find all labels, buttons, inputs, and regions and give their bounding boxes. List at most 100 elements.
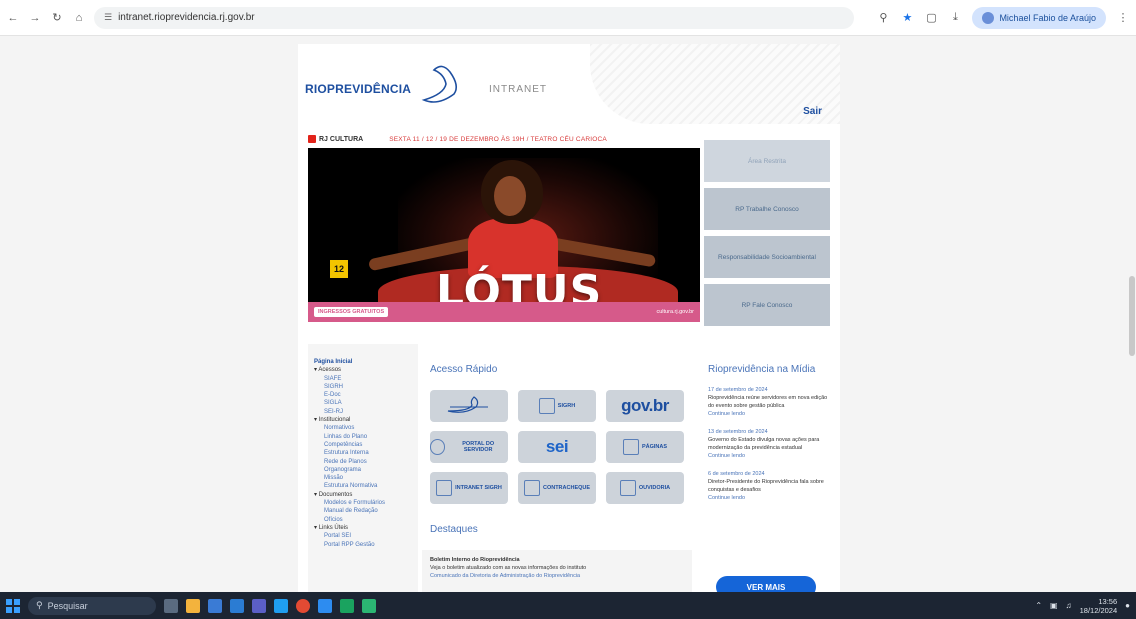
nav-item[interactable]: Portal RPP Gestão — [314, 541, 412, 549]
side-buttons: Área Restrita RP Trabalhe Conosco Respon… — [704, 140, 830, 332]
whatsapp-icon[interactable] — [340, 598, 354, 613]
nav-item[interactable]: E-Doc — [314, 391, 412, 399]
zoom-icon[interactable]: ⚲ — [876, 11, 890, 25]
midia-item[interactable]: 17 de setembro de 2024 Rioprevidência re… — [708, 386, 832, 418]
file-explorer-icon[interactable] — [186, 598, 200, 613]
word-icon[interactable] — [318, 598, 332, 613]
windows-start-icon[interactable] — [6, 598, 20, 613]
logo-swoosh-icon — [421, 65, 458, 103]
nav-item[interactable]: Manual de Redação — [314, 507, 412, 515]
forward-icon[interactable]: → — [28, 11, 42, 25]
midia-date: 6 de setembro de 2024 — [708, 471, 765, 477]
search-icon: ⚲ — [36, 600, 43, 610]
side-button-trabalhe-conosco[interactable]: RP Trabalhe Conosco — [704, 188, 830, 230]
site-info-icon[interactable]: ☰ — [104, 12, 112, 23]
extensions-icon[interactable]: ▢ — [924, 11, 938, 25]
nav-item[interactable]: SEI-RJ — [314, 408, 412, 416]
logout-link[interactable]: Sair — [803, 106, 822, 117]
nav-item[interactable]: SIGRH — [314, 383, 412, 391]
chevron-up-icon[interactable]: ⌃ — [1035, 601, 1042, 610]
nav-item[interactable]: Ofícios — [314, 516, 412, 524]
mail-icon[interactable] — [230, 598, 244, 613]
download-icon[interactable]: ⤓ — [948, 11, 962, 25]
tile-ouvidoria[interactable]: OUVIDORIA — [606, 472, 684, 504]
midia-list: 17 de setembro de 2024 Rioprevidência re… — [708, 386, 832, 512]
midia-date: 13 de setembro de 2024 — [708, 429, 768, 435]
tile-govbr[interactable]: gov.br — [606, 390, 684, 422]
news-link[interactable]: Comunicado da Diretoria de Administração… — [430, 572, 684, 580]
nav-item[interactable]: Organograma — [314, 466, 412, 474]
back-icon[interactable]: ← — [6, 11, 20, 25]
scrollbar-thumb[interactable] — [1129, 276, 1135, 356]
tile-label: OUVIDORIA — [638, 485, 671, 491]
document-icon — [538, 398, 555, 414]
tile-label: PORTAL DO SERVIDOR — [462, 441, 495, 453]
sei-logo: sei — [545, 437, 569, 456]
tile-intranet-sigrh[interactable]: INTRANET SIGRH — [430, 472, 508, 504]
midia-date: 17 de setembro de 2024 — [708, 387, 768, 393]
address-bar[interactable]: ☰ intranet.rioprevidencia.rj.gov.br — [94, 6, 854, 29]
system-tray: ⌃ ▣ ♫ 13:56 18/12/2024 ● — [1035, 597, 1130, 615]
midia-more-link[interactable]: Continue lendo — [708, 452, 832, 460]
network-icon[interactable]: ▣ — [1050, 601, 1058, 610]
bookmark-star-icon[interactable]: ★ — [900, 11, 914, 25]
tile-rioprevidencia[interactable] — [430, 390, 508, 422]
tile-contracheque[interactable]: CONTRACHEQUE — [518, 472, 596, 504]
nav-group-links-uteis[interactable]: ▾ Links Úteis — [314, 524, 412, 532]
task-view-icon[interactable] — [164, 598, 178, 613]
tile-portal-servidor[interactable]: PORTAL DO SERVIDOR — [430, 431, 508, 463]
rj-cultura-icon — [308, 135, 316, 143]
side-button-area-restrita[interactable]: Área Restrita — [704, 140, 830, 182]
news-card[interactable]: Boletim Interno do Rioprevidência Veja o… — [422, 550, 692, 592]
side-button-socioambiental[interactable]: Responsabilidade Socioambiental — [704, 236, 830, 278]
nav-item[interactable]: Competências — [314, 441, 412, 449]
notifications-icon[interactable]: ● — [1125, 601, 1130, 610]
app-icon[interactable] — [362, 598, 376, 613]
avatar — [982, 11, 995, 24]
chrome-icon[interactable] — [296, 598, 310, 613]
nav-item[interactable]: SIGLA — [314, 399, 412, 407]
govbr-logo: gov.br — [621, 396, 669, 415]
nav-item[interactable]: Estrutura Normativa — [314, 482, 412, 490]
nav-home-link[interactable]: Página Inicial — [314, 358, 412, 366]
taskbar-clock[interactable]: 13:56 18/12/2024 — [1080, 597, 1118, 615]
ver-mais-button[interactable]: VER MAIS — [716, 576, 816, 592]
site-logo[interactable]: RIOPREVIDÊNCIA — [305, 82, 411, 96]
midia-more-link[interactable]: Continue lendo — [708, 410, 832, 418]
menu-kebab-icon[interactable]: ⋮ — [1116, 11, 1130, 25]
midia-more-link[interactable]: Continue lendo — [708, 494, 832, 502]
url-text[interactable]: intranet.rioprevidencia.rj.gov.br — [118, 12, 255, 23]
news-headline[interactable]: Boletim Interno do Rioprevidência — [430, 556, 684, 564]
midia-item[interactable]: 6 de setembro de 2024 Diretor-Presidente… — [708, 470, 832, 502]
nav-item[interactable]: Estrutura Interna — [314, 449, 412, 457]
midia-text: Governo do Estado divulga novas ações pa… — [708, 437, 820, 451]
scrollbar[interactable] — [1128, 36, 1136, 592]
teams-icon[interactable] — [252, 598, 266, 613]
event-banner[interactable]: 12 LÓTUS INGRESSOS GRATUITOS cultura.rj.… — [308, 148, 700, 322]
tile-paginas[interactable]: PÁGINAS — [606, 431, 684, 463]
nav-group-label: Documentos — [318, 491, 353, 498]
midia-item[interactable]: 13 de setembro de 2024 Governo do Estado… — [708, 428, 832, 460]
nav-item[interactable]: Linhas do Plano — [314, 433, 412, 441]
nav-item[interactable]: Modelos e Formulários — [314, 499, 412, 507]
tile-sei[interactable]: sei — [518, 431, 596, 463]
reload-icon[interactable]: ↻ — [50, 11, 64, 25]
nav-item[interactable]: Normativos — [314, 424, 412, 432]
taskbar-search[interactable]: ⚲ Pesquisar — [28, 596, 156, 615]
nav-group-documentos[interactable]: ▾ Documentos — [314, 491, 412, 499]
nav-item[interactable]: SIAFE — [314, 375, 412, 383]
age-rating-badge: 12 — [330, 260, 348, 278]
home-icon[interactable]: ⌂ — [72, 11, 86, 25]
profile-button[interactable]: Michael Fabio de Araújo — [972, 6, 1106, 29]
volume-icon[interactable]: ♫ — [1066, 601, 1072, 610]
nav-item[interactable]: Rede de Planos — [314, 458, 412, 466]
nav-item[interactable]: Portal SEI — [314, 532, 412, 540]
tile-sigrh[interactable]: SIGRH — [518, 390, 596, 422]
nav-group-institucional[interactable]: ▾ Institucional — [314, 416, 412, 424]
side-button-fale-conosco[interactable]: RP Fale Conosco — [704, 284, 830, 326]
store-icon[interactable] — [208, 598, 222, 613]
tile-label: INTRANET SIGRH — [455, 485, 502, 491]
edge-icon[interactable] — [274, 598, 288, 613]
nav-item[interactable]: Missão — [314, 474, 412, 482]
nav-group-acessos[interactable]: ▾ Acessos — [314, 366, 412, 374]
